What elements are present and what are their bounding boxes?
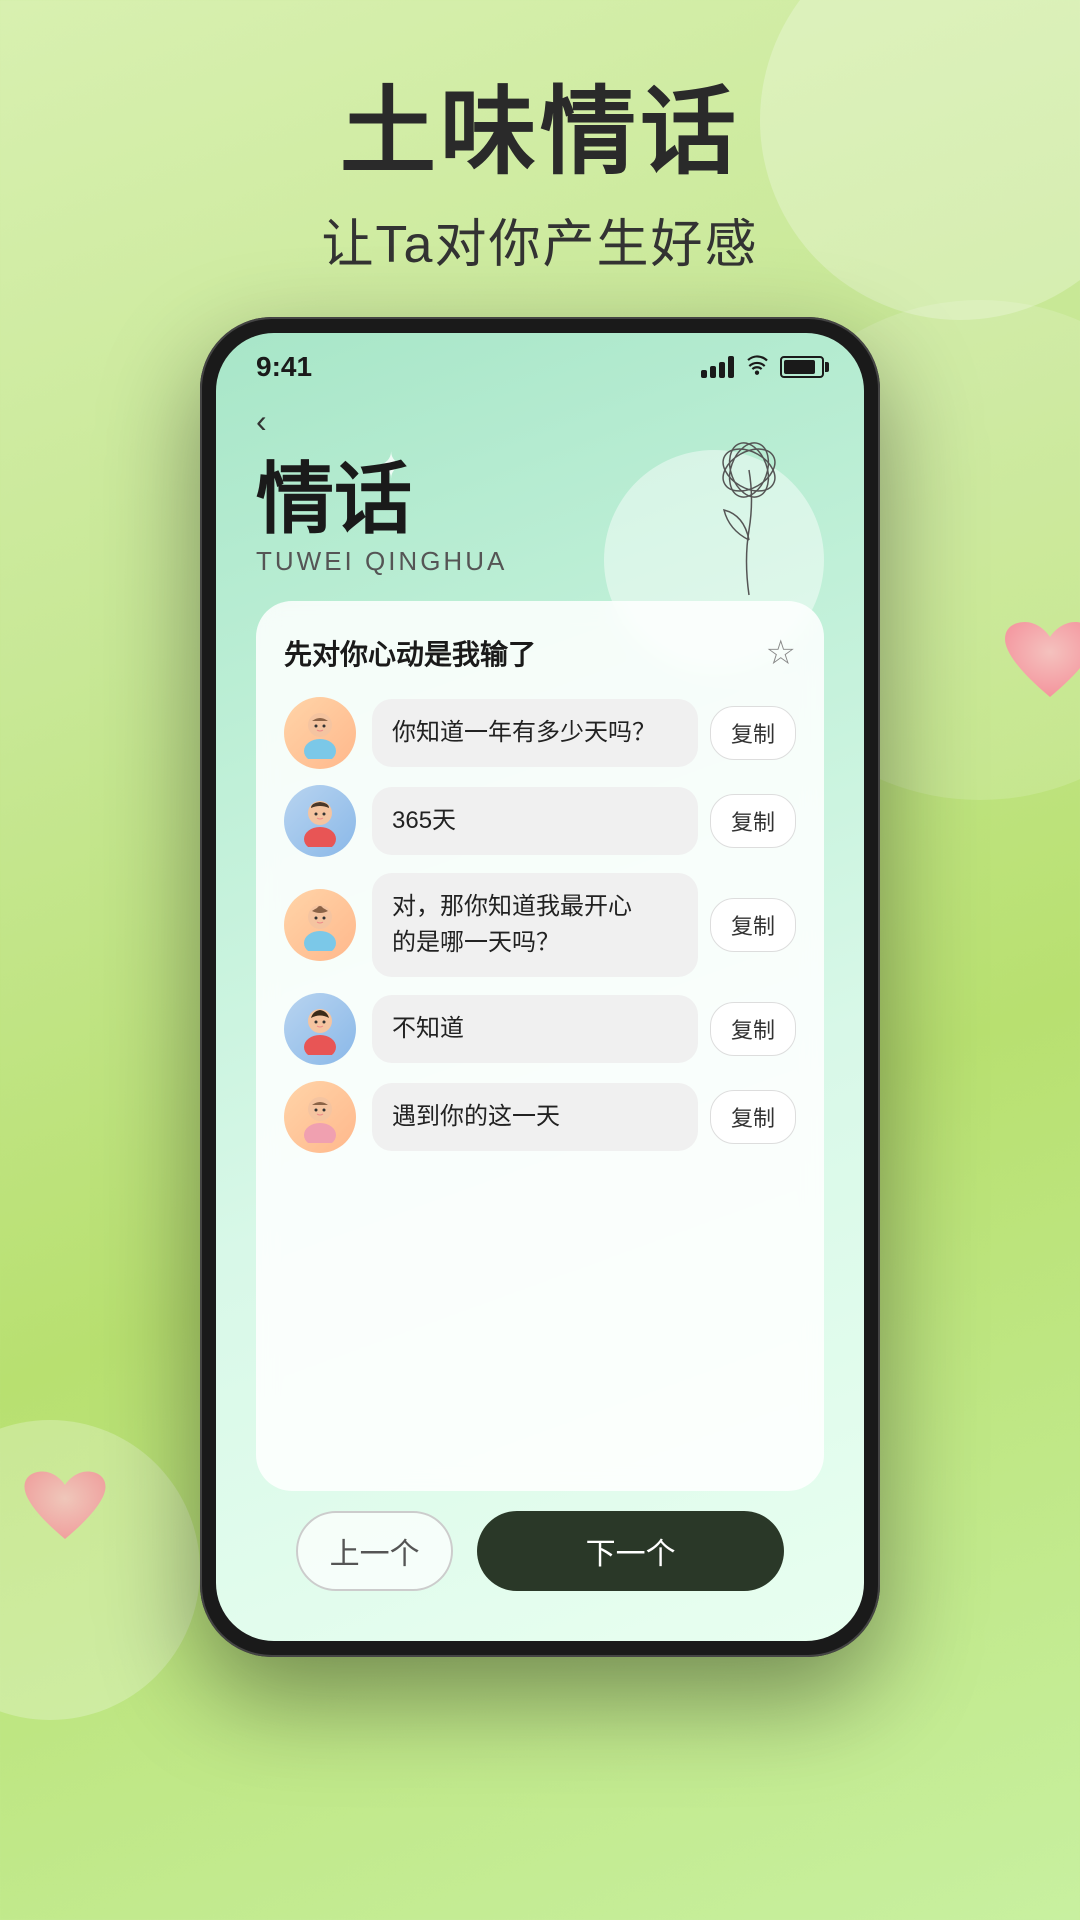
chat-bubble-text: 365天 (372, 787, 698, 855)
bottom-navigation: 上一个 下一个 (256, 1491, 824, 1621)
main-title: 土味情话 (0, 80, 1080, 186)
star-button[interactable]: ☆ (766, 633, 796, 673)
chat-bubble-wrap: 你知道一年有多少天吗？ 复制 (372, 699, 796, 767)
copy-button[interactable]: 复制 (710, 1090, 796, 1144)
chat-item: 你知道一年有多少天吗？ 复制 (284, 697, 796, 769)
copy-button[interactable]: 复制 (710, 794, 796, 848)
phone-screen: 9:41 (216, 333, 864, 1641)
chat-item: 对，那你知道我最开心的是哪一天吗？ 复制 (284, 873, 796, 977)
chat-bubble-text: 对，那你知道我最开心的是哪一天吗？ (372, 873, 698, 977)
chat-bubble-wrap: 不知道 复制 (372, 995, 796, 1063)
copy-button[interactable]: 复制 (710, 898, 796, 952)
next-button[interactable]: 下一个 (477, 1511, 784, 1591)
heart-decoration-bottom-left (20, 1467, 110, 1557)
chat-item: 365天 复制 (284, 785, 796, 857)
phone-frame: 9:41 (200, 317, 880, 1657)
card-title: 先对你心动是我输了 (284, 633, 536, 673)
chat-bubble-wrap: 遇到你的这一天 复制 (372, 1083, 796, 1151)
avatar (284, 993, 356, 1065)
copy-button[interactable]: 复制 (710, 706, 796, 760)
chat-bubble-text: 不知道 (372, 995, 698, 1063)
chat-list: 你知道一年有多少天吗？ 复制 (284, 697, 796, 1153)
avatar (284, 697, 356, 769)
avatar (284, 1081, 356, 1153)
chat-bubble-wrap: 对，那你知道我最开心的是哪一天吗？ 复制 (372, 873, 796, 977)
chat-bubble-wrap: 365天 复制 (372, 787, 796, 855)
avatar (284, 889, 356, 961)
chat-item: 不知道 复制 (284, 993, 796, 1065)
chat-item: 遇到你的这一天 复制 (284, 1081, 796, 1153)
phone-wrapper: 9:41 (0, 317, 1080, 1657)
chat-bubble-text: 你知道一年有多少天吗？ (372, 699, 698, 767)
prev-button[interactable]: 上一个 (296, 1511, 453, 1591)
back-button[interactable]: ‹ (256, 403, 306, 440)
phone-content: ‹ ✦ 情话 TUWEI QINGHUA (216, 393, 864, 1641)
card-header: 先对你心动是我输了 ☆ (284, 633, 796, 673)
wifi-icon (744, 353, 770, 381)
content-card: 先对你心动是我输了 ☆ (256, 601, 824, 1491)
signal-icon (701, 356, 734, 378)
chat-bubble-text: 遇到你的这一天 (372, 1083, 698, 1151)
flower-decoration (694, 440, 804, 605)
heart-decoration-top-right (1000, 617, 1080, 717)
status-bar: 9:41 (216, 333, 864, 393)
status-icons (701, 353, 824, 381)
header-section: 土味情话 让Ta对你产生好感 (0, 0, 1080, 317)
phone-header: ✦ 情话 TUWEI QINGHUA (256, 460, 824, 577)
avatar (284, 785, 356, 857)
copy-button[interactable]: 复制 (710, 1002, 796, 1056)
subtitle: 让Ta对你产生好感 (0, 202, 1080, 277)
status-time: 9:41 (256, 351, 312, 383)
battery-icon (780, 356, 824, 378)
